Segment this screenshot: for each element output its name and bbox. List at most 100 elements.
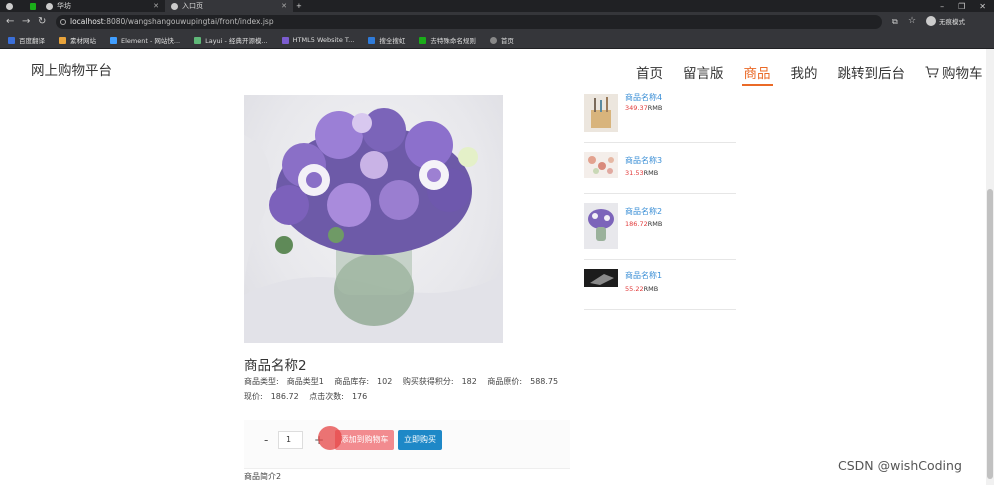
- quantity-decrease-button[interactable]: -: [264, 433, 268, 447]
- bookmark[interactable]: Element - 网站快...: [110, 35, 180, 45]
- product-thumbnail[interactable]: [584, 152, 618, 178]
- product-thumbnail[interactable]: [584, 203, 618, 249]
- related-item-price: 186.72RMB: [625, 220, 662, 228]
- original-price-value: 588.75: [530, 377, 559, 386]
- nav-item-cart[interactable]: 购物车: [925, 62, 983, 82]
- product-info-line-1: 商品类型: 商品类型1 商品库存: 102 购买获得积分: 182 商品原价: 588.…: [244, 376, 566, 387]
- reload-icon[interactable]: ↻: [38, 16, 46, 27]
- currency: RMB: [643, 285, 659, 293]
- incognito-icon: [926, 16, 936, 26]
- browser-tab[interactable]: [0, 0, 24, 12]
- related-item-price: 349.37RMB: [625, 104, 662, 112]
- nav-item-guestbook[interactable]: 留言版: [683, 62, 724, 82]
- related-item-name[interactable]: 商品名称2: [625, 206, 662, 217]
- bookmark-icon: [419, 36, 427, 44]
- bookmark-icon: [368, 36, 376, 44]
- type-value: 商品类型1: [286, 377, 324, 386]
- minimize-icon[interactable]: –: [940, 2, 944, 11]
- clicks-label: 点击次数:: [309, 392, 344, 401]
- globe-icon: [489, 36, 497, 44]
- product-thumbnail[interactable]: [584, 269, 618, 287]
- related-item[interactable]: 商品名称2 186.72RMB: [584, 193, 736, 260]
- bookmark[interactable]: 百度翻译: [8, 35, 45, 45]
- translate-icon[interactable]: ⧉: [892, 17, 898, 27]
- price-label: 现价:: [244, 392, 263, 401]
- url-host: localhost: [70, 17, 104, 26]
- bookmark-label: 百度翻译: [19, 37, 45, 45]
- price-number: 186.72: [625, 220, 648, 228]
- bookmark[interactable]: 首页: [489, 35, 514, 45]
- url-input[interactable]: localhost:8080/wangshangouwupingtai/fron…: [56, 15, 882, 29]
- nav-item-admin[interactable]: 跳转到后台: [838, 62, 906, 82]
- bookmark-icon: [110, 36, 117, 44]
- tab-title: 华坊: [57, 2, 71, 10]
- nav-item-mine[interactable]: 我的: [791, 62, 818, 82]
- close-window-icon[interactable]: ✕: [979, 2, 986, 11]
- nav-item-home[interactable]: 首页: [636, 62, 663, 82]
- incognito-indicator[interactable]: 无痕模式: [926, 16, 965, 26]
- close-tab-icon[interactable]: ✕: [281, 2, 287, 10]
- related-item-price: 31.53RMB: [625, 169, 658, 177]
- related-item-name[interactable]: 商品名称1: [625, 270, 662, 281]
- stock-label: 商品库存:: [334, 377, 370, 386]
- bookmark-icon: [8, 36, 15, 44]
- address-bar: ← → ↻ localhost:8080/wangshangouwupingta…: [0, 12, 994, 32]
- quantity-input[interactable]: [278, 431, 303, 449]
- related-item-name[interactable]: 商品名称4: [625, 92, 662, 103]
- nav-item-products[interactable]: 商品: [741, 62, 773, 86]
- related-item-price: 55.22RMB: [625, 285, 658, 293]
- related-item-name[interactable]: 商品名称3: [625, 155, 662, 166]
- main-nav: 首页 留言版 商品 我的 跳转到后台 购物车: [636, 62, 983, 86]
- watermark: CSDN @wishCoding: [838, 458, 962, 473]
- browser-tab-active[interactable]: 入口页 ✕: [165, 0, 293, 12]
- bookmark-label: Layui - 经典开源模...: [205, 37, 268, 45]
- related-item[interactable]: 商品名称1 55.22RMB: [584, 259, 736, 310]
- back-icon[interactable]: ←: [6, 16, 14, 27]
- bookmark[interactable]: HTML5 Website T...: [281, 36, 355, 44]
- product-info-line-2: 现价: 186.72 点击次数: 176: [244, 391, 375, 402]
- currency: RMB: [647, 104, 663, 112]
- related-item[interactable]: 商品名称4 349.37RMB: [584, 80, 736, 143]
- page-icon: [46, 2, 53, 10]
- buy-now-button[interactable]: 立即购买: [398, 430, 442, 450]
- browser-tab[interactable]: [24, 0, 40, 12]
- scrollbar-thumb[interactable]: [987, 189, 993, 479]
- price-number: 55.22: [625, 285, 644, 293]
- app-icon: [30, 2, 36, 10]
- product-intro: 商品简介2: [244, 472, 282, 481]
- currency: RMB: [647, 220, 663, 228]
- bookmark-label: 搜全搜虹: [379, 37, 406, 45]
- bookmark[interactable]: 去特殊命名规则: [419, 35, 476, 45]
- stock-value: 102: [377, 377, 393, 386]
- flower-bouquet-image: [244, 108, 503, 343]
- tab-title: 入口页: [182, 2, 203, 10]
- original-price-label: 商品原价:: [487, 377, 523, 386]
- plus-icon: +: [296, 2, 302, 10]
- bookmark-icon: [194, 36, 202, 44]
- points-label: 购买获得积分:: [402, 377, 454, 386]
- cart-icon: [925, 66, 939, 78]
- bookmark[interactable]: 搜全搜虹: [368, 35, 405, 45]
- bookmark-label: 首页: [500, 37, 514, 45]
- bookmark[interactable]: Layui - 经典开源模...: [194, 35, 268, 45]
- related-item[interactable]: 商品名称3 31.53RMB: [584, 142, 736, 194]
- product-thumbnail[interactable]: [584, 94, 618, 132]
- add-to-cart-button[interactable]: 添加到购物车: [335, 430, 394, 450]
- site-logo[interactable]: 网上购物平台: [31, 59, 112, 79]
- product-title: 商品名称2: [244, 358, 307, 374]
- new-tab-button[interactable]: +: [296, 0, 310, 12]
- scrollbar[interactable]: [986, 49, 994, 485]
- forward-icon[interactable]: →: [22, 16, 30, 27]
- bookmark-label: HTML5 Website T...: [292, 36, 355, 44]
- price-number: 349.37: [625, 104, 648, 112]
- window-controls: – ❐ ✕: [940, 0, 986, 12]
- info-icon[interactable]: [60, 19, 66, 25]
- price-number: 31.53: [625, 169, 644, 177]
- price-value: 186.72: [270, 392, 299, 401]
- close-tab-icon[interactable]: ✕: [153, 2, 159, 10]
- star-icon[interactable]: ☆: [908, 16, 916, 26]
- browser-tab[interactable]: 华坊 ✕: [40, 0, 165, 12]
- bookmark-icon: [59, 36, 66, 44]
- bookmark[interactable]: 素材网站: [59, 35, 96, 45]
- maximize-icon[interactable]: ❐: [958, 2, 965, 11]
